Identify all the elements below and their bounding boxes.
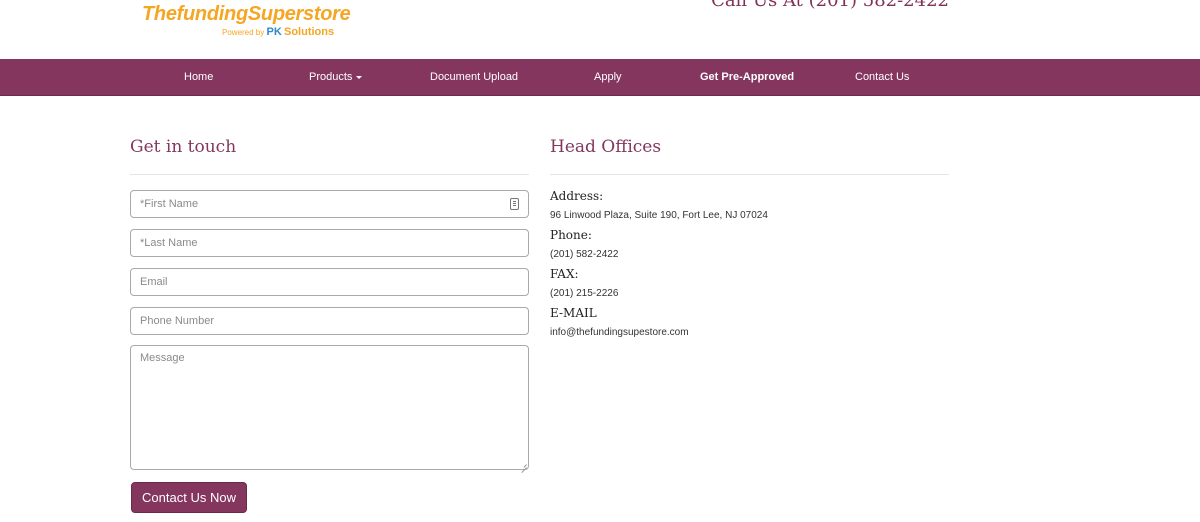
phone-number-input[interactable] [130, 307, 529, 335]
nav-products[interactable]: Products [309, 59, 363, 95]
email-input[interactable] [130, 268, 529, 296]
logo-powered-by: Powered by [222, 28, 265, 37]
nav-apply[interactable]: Apply [594, 59, 622, 95]
nav-get-pre-approved[interactable]: Get Pre-Approved [700, 59, 794, 95]
address-value: 96 Linwood Plaza, Suite 190, Fort Lee, N… [550, 210, 768, 221]
logo-solutions: Solutions [284, 26, 335, 38]
logo-wordmark: ThefundingSuperstore [142, 3, 351, 25]
nav-document-upload[interactable]: Document Upload [430, 59, 518, 95]
fax-value: (201) 215-2226 [550, 288, 619, 299]
email-value[interactable]: info@thefundingsupestore.com [550, 326, 689, 340]
first-name-input[interactable] [130, 190, 529, 218]
last-name-input[interactable] [130, 229, 529, 257]
nav-contact-us[interactable]: Contact Us [855, 59, 909, 95]
contact-us-now-button[interactable]: Contact Us Now [131, 482, 247, 513]
divider [130, 174, 529, 175]
contact-card-icon[interactable] [510, 198, 519, 210]
nav-products-label: Products [309, 71, 353, 83]
main-nav: Home Products Document Upload Apply Get … [0, 59, 1200, 96]
contact-form-title: Get in touch [130, 137, 237, 157]
site-header: ThefundingSuperstore Powered by PK Solut… [0, 0, 1200, 59]
site-logo[interactable]: ThefundingSuperstore Powered by PK Solut… [142, 3, 351, 38]
call-us-phone[interactable]: Call Us At (201) 582-2422 [711, 0, 949, 11]
logo-tagline: Powered by PK Solutions [222, 27, 334, 38]
email-label: E-MAIL [550, 306, 597, 320]
textarea-resize-handle[interactable] [520, 461, 527, 468]
nav-home[interactable]: Home [184, 59, 213, 95]
phone-label: Phone: [550, 228, 592, 242]
address-label: Address: [550, 189, 604, 203]
divider [550, 174, 949, 175]
head-offices-title: Head Offices [550, 137, 662, 157]
phone-value[interactable]: (201) 582-2422 [550, 248, 618, 262]
message-textarea[interactable] [130, 345, 529, 470]
chevron-down-icon [356, 75, 363, 79]
logo-pk: PK [266, 26, 282, 38]
fax-label: FAX: [550, 267, 579, 281]
